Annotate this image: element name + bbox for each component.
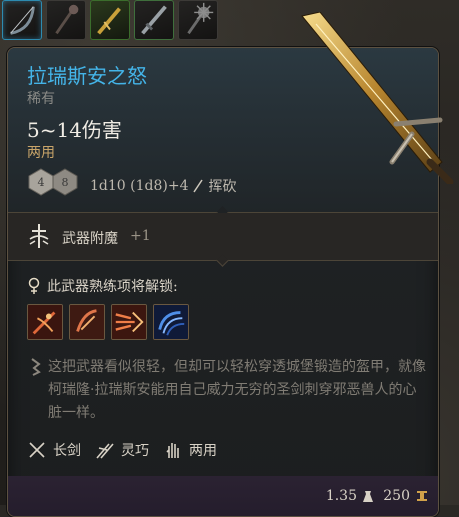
d8-die-icon: 8 [51,168,79,196]
lore-icon [31,358,41,376]
hotbar [0,0,262,44]
enchantment-label: 武器附魔 [62,231,118,247]
swordsman-strike-icon [70,305,104,339]
tidal-wave-icon [154,305,188,339]
property-label: 长剑 [53,443,81,459]
greatsword-icon [141,5,167,35]
unlock-icon [28,277,40,294]
longsword-icon [29,442,45,458]
proficiency-actions [27,304,189,340]
proficiency-header: 此武器熟练项将解锁: [27,276,178,296]
item-tooltip: 拉瑞斯安之怒 稀有 5~14伤害 两用 4 8 1d10 (1d8)+4 挥砍 … [7,47,439,517]
item-handedness: 两用 [27,145,55,161]
golden-sword-icon [97,7,121,35]
value-display: 250 [383,488,428,504]
enchantment-row: 武器附魔 +1 [8,213,438,260]
divider [8,254,438,267]
item-lore: 这把武器看似很轻，但却可以轻松穿透城堡锻造的盔甲，就像柯瑞隆·拉瑞斯安能用自己威… [48,359,426,421]
property-label: 灵巧 [121,443,149,459]
hotbar-slot-2[interactable] [46,0,86,40]
versatile-icon [166,443,179,458]
item-rarity: 稀有 [27,91,55,107]
weight-display: 1.35 [326,488,374,504]
enchantment-icon [29,224,49,248]
staff-icon [55,4,79,35]
hotbar-slot-3[interactable] [90,0,130,40]
weight-icon [363,491,373,502]
hotbar-slot-4[interactable] [134,0,174,40]
flourish-slash-icon [112,305,146,339]
property-versatile: 两用 [163,440,217,460]
finesse-icon [96,443,114,459]
hotbar-slot-5[interactable] [178,0,218,40]
weight-value: 1.35 [325,488,357,504]
damage-formula-line: 1d10 (1d8)+4 挥砍 [90,176,236,196]
tidal-wave-action[interactable] [153,304,189,340]
weapon-properties: 长剑 灵巧 两用 [27,440,231,460]
die-2-value: 8 [61,175,69,189]
damage-type: 挥砍 [208,179,237,195]
damage-dice: 4 8 [27,168,79,196]
property-longsword: 长剑 [27,440,81,460]
crushing-slash-action[interactable] [27,304,63,340]
damage-formula: 1d10 (1d8)+4 [90,178,189,194]
item-damage: 5~14伤害 [27,118,122,142]
swordsman-strike-action[interactable] [69,304,105,340]
property-label: 两用 [189,443,217,459]
flourish-slash-action[interactable] [111,304,147,340]
gold-value: 250 [383,488,410,504]
gold-icon [417,491,427,501]
item-name: 拉瑞斯安之怒 [27,64,147,88]
hotbar-slot-1[interactable] [2,0,42,40]
morningstar-icon [187,2,214,35]
enchantment-value: +1 [130,228,151,244]
tooltip-footer: 1.35 250 [8,476,438,516]
slashing-icon [193,179,204,193]
proficiency-label: 此武器熟练项将解锁: [47,279,178,295]
property-finesse: 灵巧 [95,440,149,460]
crushing-slash-icon [28,305,62,339]
bow-icon [10,6,35,35]
